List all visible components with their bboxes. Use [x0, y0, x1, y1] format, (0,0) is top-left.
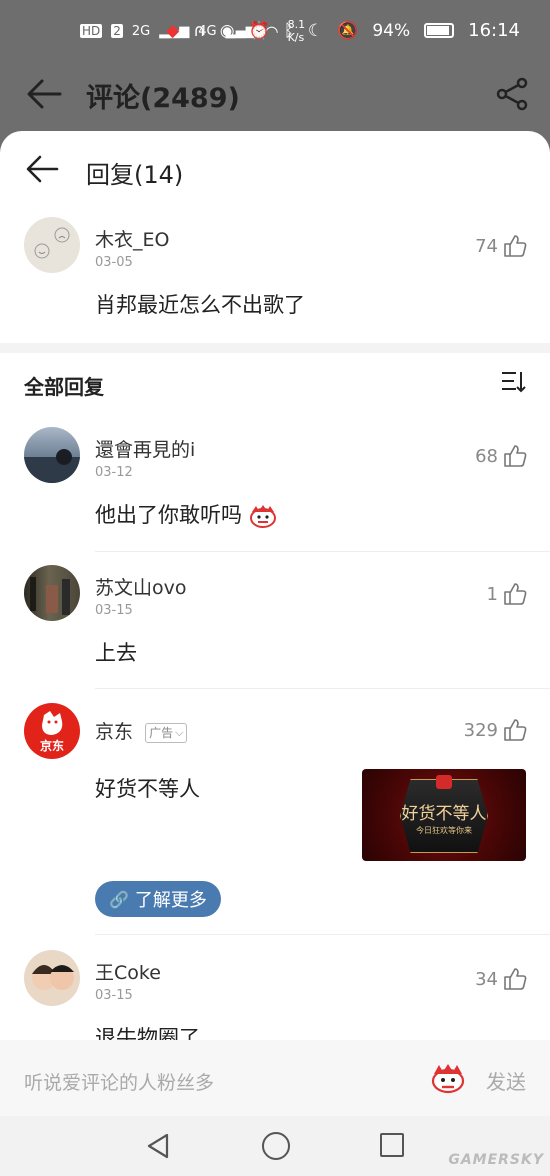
username[interactable]: 京东 广告 ⌵ — [95, 717, 188, 744]
comment-text: 肖邦最近怎么不出歌了 — [95, 293, 305, 317]
ad-logo-icon — [436, 775, 452, 789]
back-arrow-icon[interactable] — [24, 76, 64, 112]
parent-comment: 木衣_EO 03-05 肖邦最近怎么不出歌了 74 — [0, 217, 550, 337]
headphones-icon: ∩ — [193, 20, 206, 41]
thumbs-up-icon — [504, 445, 527, 467]
app-notification-icon: ◆ — [166, 20, 180, 41]
alarm-icon: ⏰ — [248, 20, 270, 41]
like-button[interactable]: 74 — [475, 233, 528, 259]
thumbs-up-icon — [504, 719, 527, 741]
send-button[interactable]: 发送 — [486, 1066, 526, 1095]
comment-date: 03-15 — [95, 988, 133, 1003]
avatar[interactable] — [24, 565, 80, 621]
share-icon[interactable] — [494, 76, 530, 112]
watermark: GAMERSKY — [448, 1152, 544, 1168]
sort-icon[interactable] — [500, 369, 526, 395]
comment-text: 好货不等人 — [95, 777, 200, 801]
reply-sheet: 回复(14) 木衣_EO 03-05 肖邦最近怎么不出歌了 74 全部回复 還會… — [0, 131, 550, 1176]
nav-back-icon[interactable] — [145, 1132, 171, 1160]
username[interactable]: 木衣_EO — [95, 225, 169, 252]
comment-date: 03-05 — [95, 255, 133, 270]
like-count: 329 — [463, 719, 498, 741]
clock: 16:14 — [468, 20, 520, 41]
sheet-title: 回复(14) — [86, 161, 184, 189]
couple-photo-icon — [32, 965, 74, 990]
emoji-button-icon[interactable] — [430, 1062, 466, 1094]
like-button[interactable]: 329 — [464, 717, 528, 743]
thumbs-up-icon — [504, 583, 527, 605]
status-bar: HD 2 2G ▂▄▆ 4G ▂▄▆ ◠ 8.1 K/s ◆ ∩ ◉ ⏰ ᛒ ☾… — [0, 0, 550, 64]
thumbs-up-icon — [504, 968, 527, 990]
avatar[interactable] — [24, 217, 80, 273]
comments-header: 评论(2489) — [0, 64, 550, 130]
link-icon: 🔗 — [109, 889, 129, 909]
section-divider — [0, 343, 550, 353]
username[interactable]: 還會再見的i — [95, 435, 195, 462]
comment-input-bar: 听说爱评论的人粉丝多 发送 — [0, 1040, 550, 1116]
like-button[interactable]: 1 — [487, 581, 528, 607]
like-count: 74 — [475, 235, 498, 257]
like-count: 1 — [486, 583, 498, 605]
avatar[interactable] — [24, 950, 80, 1006]
sheet-header: 回复(14) — [0, 131, 550, 209]
jd-logo-text: 京东 — [39, 739, 64, 753]
nav-home-icon[interactable] — [262, 1132, 290, 1160]
jd-logo-avatar[interactable]: 京东 — [24, 703, 80, 759]
ad-tag[interactable]: 广告 ⌵ — [145, 722, 188, 743]
section-title: 全部回复 — [24, 375, 104, 399]
row-divider — [95, 551, 550, 552]
thumbs-up-icon — [504, 235, 527, 257]
net1-label: 2G — [131, 23, 151, 39]
reply-item: 還會再見的i 03-12 他出了你敢听吗 68 — [0, 427, 550, 551]
ad-image[interactable]: 好货不等人 今日狂欢等你来 — [362, 769, 526, 861]
bluetooth-icon: ᛒ — [283, 20, 294, 41]
face-doodle-icon — [34, 227, 70, 259]
like-count: 34 — [475, 968, 498, 990]
like-button[interactable]: 34 — [475, 966, 528, 992]
comment-input[interactable]: 听说爱评论的人粉丝多 — [24, 1068, 214, 1095]
hd-badge: HD — [80, 24, 103, 38]
red-mascot-emoji-icon — [249, 505, 276, 528]
photo-thumbnail-icon — [30, 577, 70, 615]
username[interactable]: 王Coke — [95, 958, 161, 985]
page-title: 评论(2489) — [86, 83, 240, 114]
sim2-label: 2 — [111, 24, 123, 38]
ad-tag-label: 广告 — [149, 726, 174, 740]
learn-more-button[interactable]: 🔗 了解更多 — [95, 881, 221, 917]
like-count: 68 — [475, 445, 498, 467]
nav-recent-apps-icon[interactable] — [380, 1133, 404, 1157]
seaside-photo-icon — [24, 449, 80, 483]
ad-image-headline: 好货不等人 — [401, 804, 487, 824]
comment-date: 03-15 — [95, 603, 133, 618]
status-right: ◆ ∩ ◉ ⏰ ᛒ ☾ 🔕 94% 16:14 — [166, 20, 520, 41]
username[interactable]: 苏文山ovo — [95, 573, 187, 600]
like-button[interactable]: 68 — [475, 443, 528, 469]
advertiser-name: 京东 — [95, 721, 134, 743]
comment-text: 上去 — [95, 641, 137, 665]
battery-level: 94% — [372, 20, 411, 41]
avatar[interactable] — [24, 427, 80, 483]
chevron-down-icon: ⌵ — [175, 725, 184, 739]
row-divider — [95, 934, 550, 935]
comment-text: 他出了你敢听吗 — [95, 499, 277, 529]
back-arrow-icon[interactable] — [24, 153, 60, 185]
learn-more-label: 了解更多 — [134, 890, 207, 911]
ad-image-subline: 今日狂欢等你来 — [416, 826, 472, 835]
eye-icon: ◉ — [219, 20, 235, 41]
battery-icon — [424, 23, 455, 38]
mute-icon: 🔕 — [337, 20, 359, 41]
moon-icon: ☾ — [307, 20, 324, 41]
row-divider — [95, 688, 550, 689]
ad-reply-item: 京东 京东 广告 ⌵ 好货不等人 329 好货不等人 今日狂欢等你来 🔗 了解更… — [0, 703, 550, 933]
reply-item: 苏文山ovo 03-15 上去 1 — [0, 565, 550, 689]
comment-date: 03-12 — [95, 465, 133, 480]
comment-text-body: 他出了你敢听吗 — [95, 503, 242, 527]
